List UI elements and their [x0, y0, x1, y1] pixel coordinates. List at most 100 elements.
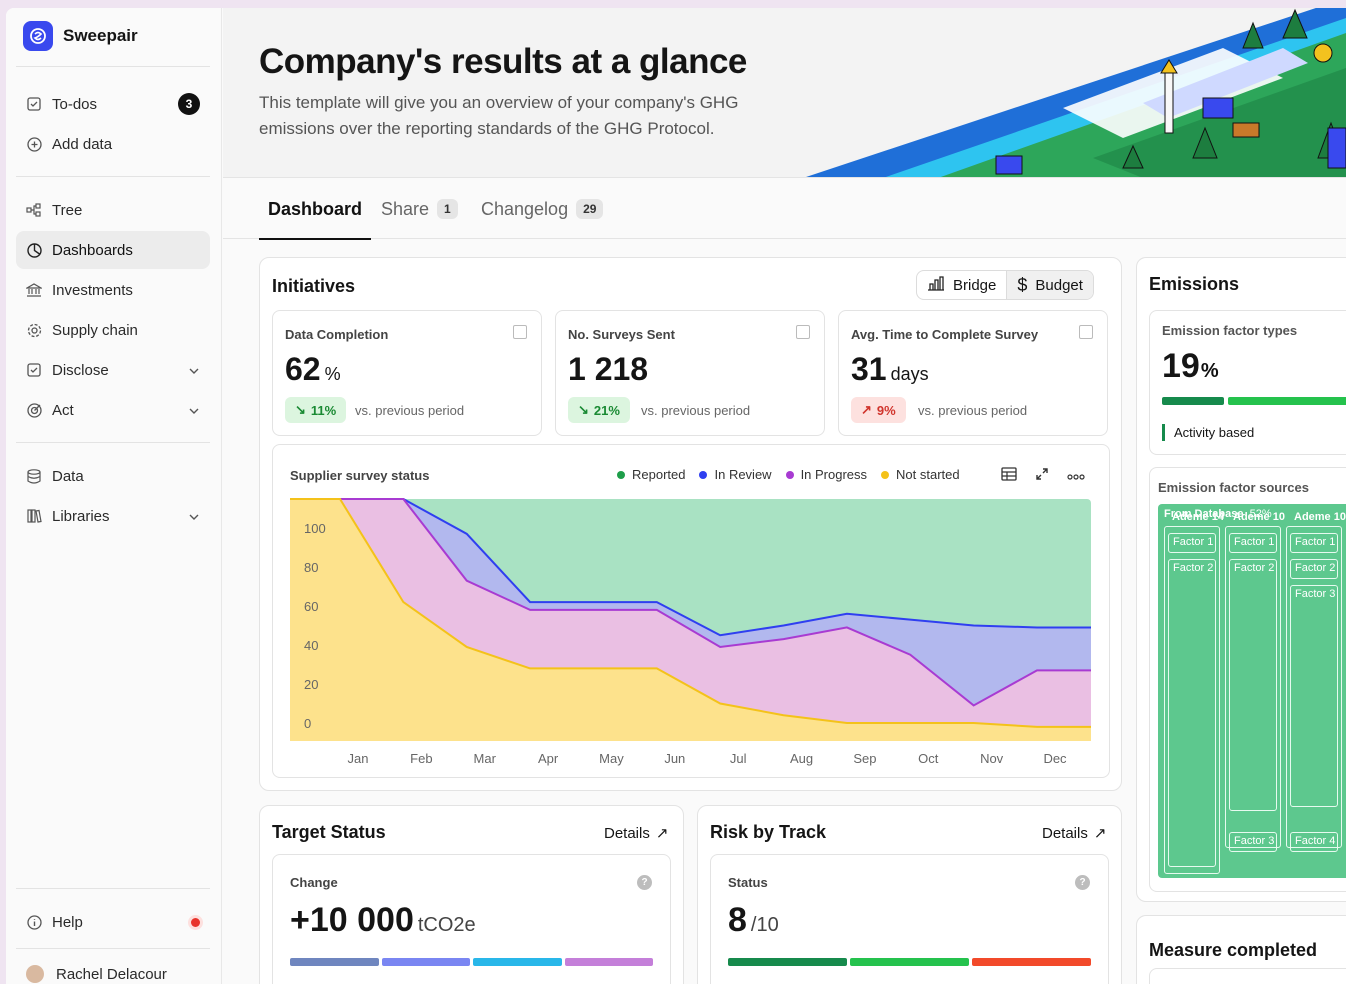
budget-toggle-button[interactable]: $ Budget: [1006, 271, 1093, 299]
arrow-up-right-icon: ↗: [861, 402, 872, 417]
tab-dashboard[interactable]: Dashboard: [258, 179, 372, 240]
treemap-factor-box[interactable]: Factor 2: [1290, 559, 1338, 579]
treemap-column[interactable]: Ademe 14 Factor 1 Factor 2: [1164, 511, 1224, 874]
sidebar-item-dashboards[interactable]: Dashboards: [16, 231, 210, 269]
kpi-card-avg-time[interactable]: Avg. Time to Complete Survey 31 days ↗ 9% …: [838, 310, 1108, 436]
tree-icon: [26, 202, 42, 218]
legend-item[interactable]: Not started: [881, 467, 960, 482]
sidebar-item-data[interactable]: Data: [16, 457, 210, 495]
sidebar-item-disclose[interactable]: Disclose: [16, 351, 210, 389]
database-icon: [26, 468, 42, 484]
sidebar-item-label: Tree: [52, 201, 83, 219]
sidebar-item-help[interactable]: Help: [16, 903, 210, 941]
info-icon: [26, 914, 42, 930]
area-chart[interactable]: 0 20 40 60 80 100 Jan Feb Mar Apr May Jun Jul Aug Sep O…: [273, 445, 1111, 779]
emission-factor-types-card: Emission factor types 19% Activity based: [1149, 310, 1346, 455]
more-options-icon[interactable]: [1067, 467, 1085, 484]
sources-treemap[interactable]: From Database 52% Ademe 14 Factor 1 Factor…: [1158, 504, 1346, 878]
expand-icon[interactable]: [513, 325, 527, 339]
tab-label: Changelog: [481, 198, 569, 219]
panel-title: Initiatives: [272, 276, 356, 296]
treemap-column[interactable]: Ademe 10 Factor 1 Factor 2 Factor 3 Factor 4: [1286, 511, 1346, 852]
user-profile[interactable]: Rachel Delacour: [16, 955, 210, 984]
kpi-value: 62%: [285, 351, 341, 387]
treemap-column[interactable]: Ademe 10 Factor 1 Factor 2 Factor 3: [1225, 511, 1285, 852]
bar-segment: [850, 958, 969, 966]
bar-segment: [564, 958, 653, 966]
chart-legend: Reported In Review In Progress Not started: [617, 467, 960, 482]
treemap-factor-box[interactable]: Factor 2: [1168, 559, 1216, 867]
brand[interactable]: Sweepair: [23, 21, 138, 51]
treemap-factor-box[interactable]: Factor 3: [1290, 585, 1338, 807]
tab-changelog[interactable]: Changelog 29: [481, 179, 604, 239]
kpi-label: Avg. Time to Complete Survey: [851, 327, 1039, 342]
chart-title: Supplier survey status: [290, 468, 430, 483]
card-label: Status: [728, 875, 768, 890]
arrow-up-right-icon: ↗: [655, 825, 669, 842]
treemap-factor-box[interactable]: Factor 3: [1229, 832, 1277, 852]
kpi-comparison: vs. previous period: [918, 403, 1028, 418]
sidebar-item-act[interactable]: Act: [16, 391, 210, 429]
legend-item[interactable]: Reported: [617, 467, 685, 482]
kpi-card-data-completion[interactable]: Data Completion 62% ↘ 11% vs. previous pe…: [272, 310, 542, 436]
x-tick-label: Oct: [918, 751, 939, 766]
tab-label: Dashboard: [268, 198, 363, 219]
sidebar-item-label: Add data: [52, 135, 113, 153]
kpi-comparison: vs. previous period: [641, 403, 751, 418]
checkbox-icon: [26, 96, 42, 112]
change-card: Change ? +10 000 tCO2e: [272, 854, 671, 984]
details-link[interactable]: Details ↗: [1042, 824, 1106, 843]
bar-chart-icon: [927, 275, 945, 295]
page-header: Company's results at a glance This templ…: [223, 8, 1346, 178]
chevron-down-icon: [188, 402, 200, 419]
chevron-down-icon: [188, 362, 200, 379]
status-card: Status ? 8/10: [710, 854, 1109, 984]
expand-icon[interactable]: [1035, 467, 1049, 484]
legend-label: In Progress: [800, 467, 868, 482]
kpi-label: Data Completion: [285, 327, 389, 342]
treemap-factor-box[interactable]: Factor 1: [1290, 533, 1338, 553]
sidebar-item-investments[interactable]: Investments: [16, 271, 210, 309]
sidebar-item-todos[interactable]: To-dos 3: [16, 85, 210, 123]
sidebar-item-libraries[interactable]: Libraries: [16, 497, 210, 535]
divider: [16, 66, 210, 67]
bar-segment: [972, 958, 1091, 966]
page-subtitle: This template will give you an overview …: [259, 93, 739, 138]
target-progress-bar: [290, 958, 653, 966]
legend-dot-icon: [699, 470, 708, 479]
sidebar-item-supply-chain[interactable]: Supply chain: [16, 311, 210, 349]
tab-share[interactable]: Share 1: [381, 179, 458, 239]
table-view-icon[interactable]: [1001, 467, 1017, 484]
details-link[interactable]: Details ↗: [604, 824, 669, 843]
sidebar-item-label: Disclose: [52, 361, 109, 379]
expand-icon[interactable]: [1079, 325, 1093, 339]
app-window: Sweepair To-dos 3 Add data Tree Dashboar…: [6, 8, 1346, 984]
chevron-down-icon: [188, 508, 200, 525]
kpi-card-surveys-sent[interactable]: No. Surveys Sent 1 218 ↘ 21% vs. previous…: [555, 310, 825, 436]
legend-dot-icon: [881, 470, 890, 479]
expand-icon[interactable]: [796, 325, 810, 339]
help-icon[interactable]: ?: [637, 875, 652, 890]
sweepair-logo-icon: [23, 21, 53, 51]
kpi-value: 31 days: [851, 351, 929, 387]
kpi-value: 1 218: [568, 351, 649, 387]
panel-title: Emissions: [1149, 274, 1240, 294]
initiatives-panel: Initiatives Bridge $ Budget Data Complet…: [259, 257, 1122, 791]
treemap-factor-box[interactable]: Factor 1: [1229, 533, 1277, 553]
y-tick-label: 100: [304, 521, 326, 536]
treemap-factor-box[interactable]: Factor 1: [1168, 533, 1216, 553]
treemap-factor-box[interactable]: Factor 4: [1290, 832, 1338, 852]
help-icon[interactable]: ?: [1075, 875, 1090, 890]
bar-segment: [473, 958, 562, 966]
x-tick-label: Jul: [730, 751, 747, 766]
legend-item[interactable]: In Review: [699, 467, 772, 482]
brand-name: Sweepair: [63, 26, 138, 45]
sidebar-item-tree[interactable]: Tree: [16, 191, 210, 229]
legend-item[interactable]: In Progress: [785, 467, 868, 482]
sidebar-item-label: Investments: [52, 281, 133, 299]
treemap-column-header: Ademe 10: [1233, 511, 1285, 523]
page-title: Company's results at a glance: [259, 42, 747, 81]
bridge-toggle-button[interactable]: Bridge: [917, 271, 1006, 299]
treemap-factor-box[interactable]: Factor 2: [1229, 559, 1277, 811]
sidebar-item-add-data[interactable]: Add data: [16, 125, 210, 163]
